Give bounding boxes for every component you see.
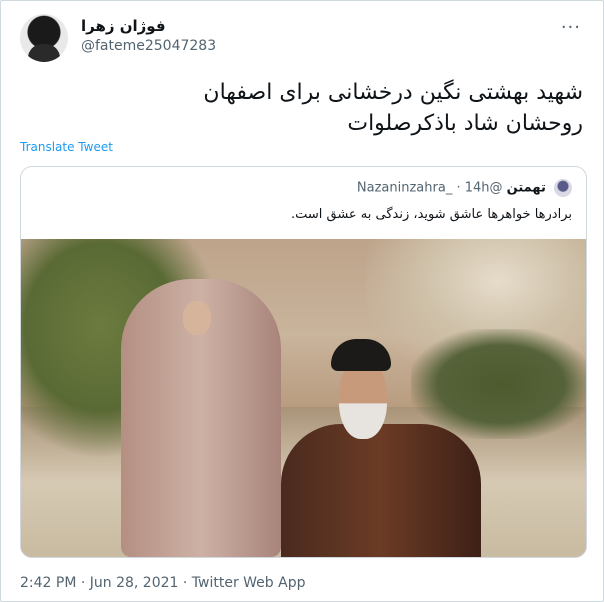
tweet-line-2: روحشان شاد باذکرصلوات [347,111,583,136]
author-handle[interactable]: @fateme25047283 [81,38,216,54]
tweet-line-1: شهید بهشتی نگین درخشانی برای اصفهان [203,80,583,105]
quoted-separator: · [456,180,461,196]
quoted-photo[interactable] [21,239,586,557]
quoted-text: برادرها خواهرها عاشق شوید، زندگی به عشق … [290,207,572,222]
quoted-tweet[interactable]: تهمتن @Nazaninzahra_ · 14h برادرها خواهر… [20,166,587,558]
quoted-time: 14h [464,180,490,196]
author-name[interactable]: فوژان زهرا [81,17,166,35]
quoted-header: تهمتن @Nazaninzahra_ · 14h [357,179,572,197]
quoted-avatar [554,179,572,197]
author-avatar[interactable] [20,14,68,62]
tweet-timestamp[interactable]: 2:42 PM · Jun 28, 2021 · Twitter Web App [20,575,305,591]
photo-bush [411,329,586,439]
quoted-name: تهمتن [506,180,546,196]
photo-man-figure [281,424,481,557]
photo-woman-face [183,301,211,335]
more-options-icon[interactable]: ··· [561,17,581,38]
tweet-text: شهید بهشتی نگین درخشانی برای اصفهان روحش… [63,77,583,139]
photo-man-face [339,359,387,439]
translate-tweet-link[interactable]: Translate Tweet [20,140,113,154]
tweet-card: فوژان زهرا @fateme25047283 ··· شهید بهشت… [0,0,604,602]
avatar-figure [28,44,60,62]
